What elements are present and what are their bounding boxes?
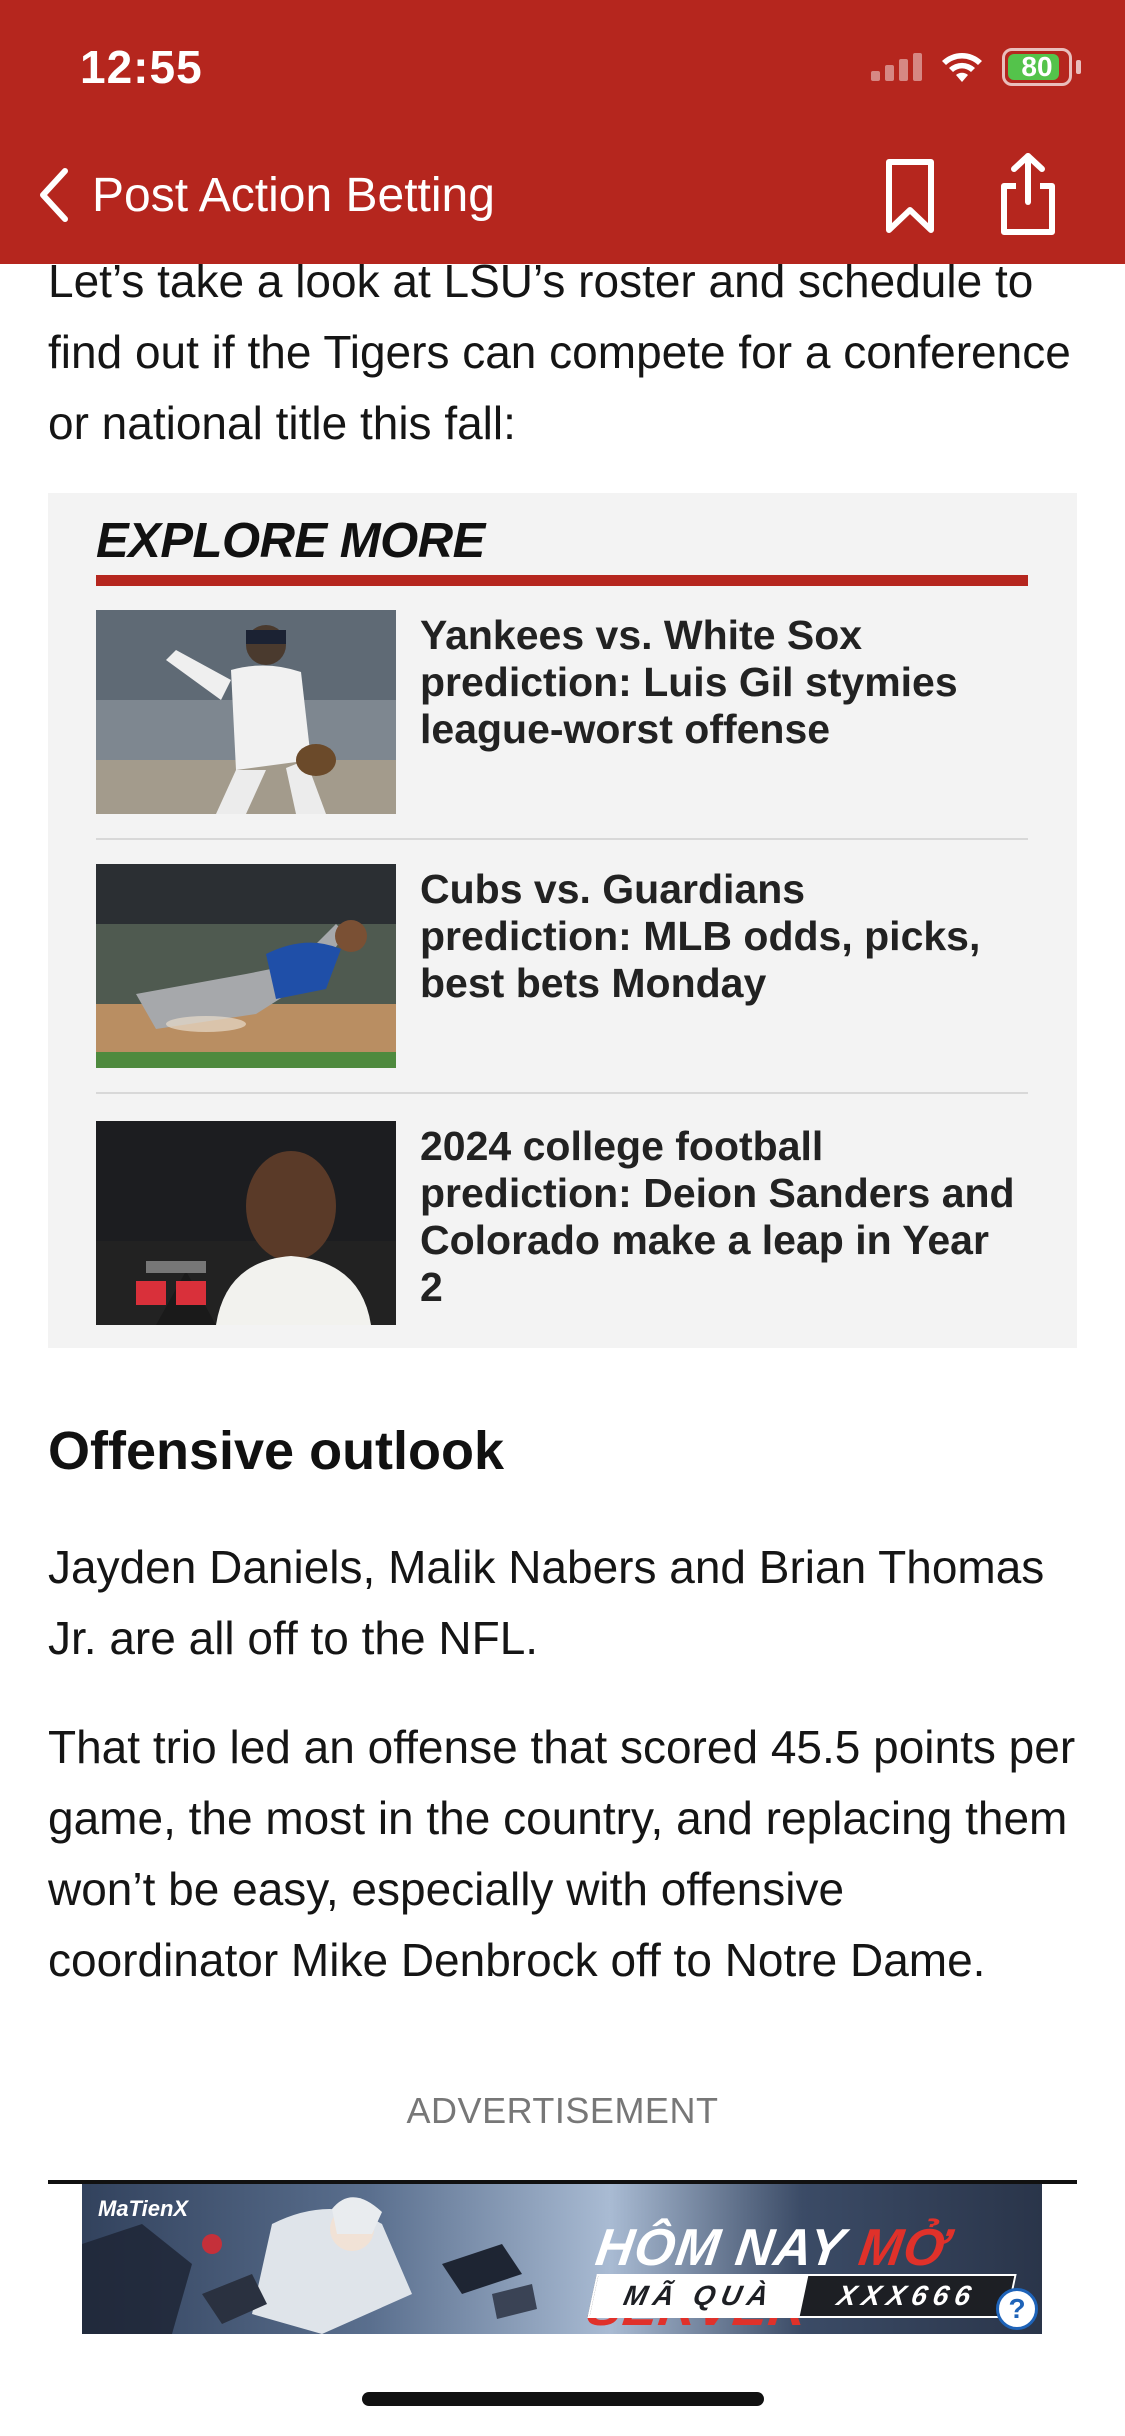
article-intro-paragraph: Let’s take a look at LSU’s roster and sc… (48, 255, 1071, 449)
ad-code-value: XXX666 (834, 2280, 980, 2311)
top-app-bar: 12:55 80 Post Action Betting (0, 0, 1125, 264)
chevron-left-icon (40, 168, 68, 222)
explore-thumbnail-image[interactable] (96, 1121, 396, 1325)
bookmark-button[interactable] (880, 158, 940, 234)
explore-more-title: EXPLORE MORE (96, 514, 485, 568)
cellular-signal-icon (871, 53, 922, 81)
explore-thumbnail-image[interactable] (96, 864, 396, 1068)
article-paragraph: Jayden Daniels, Malik Nabers and Brian T… (48, 1541, 1045, 1664)
back-button[interactable] (24, 160, 84, 230)
explore-divider (96, 838, 1028, 840)
status-icons: 80 (871, 48, 1081, 86)
explore-more-module: EXPLORE MORE Yankees vs. White Sox predi… (48, 493, 1077, 1348)
ad-info-icon[interactable]: ? (996, 2288, 1038, 2330)
battery-cap (1076, 60, 1081, 74)
explore-divider (96, 1092, 1028, 1094)
share-icon (1001, 153, 1055, 235)
advertisement-label: ADVERTISEMENT (406, 2090, 719, 2131)
ad-logo: MaTienX (98, 2196, 189, 2221)
article-paragraph: That trio led an offense that scored 45.… (48, 1721, 1076, 1986)
wifi-icon (940, 50, 984, 84)
ad-code-label: MÃ QUÀ (589, 2276, 809, 2316)
battery-percent: 80 (1021, 51, 1053, 82)
explore-item[interactable]: Cubs vs. Guardians prediction: MLB odds,… (96, 864, 1028, 1068)
nav-title[interactable]: Post Action Betting (92, 168, 495, 223)
battery-icon: 80 (1002, 48, 1072, 86)
bookmark-icon (886, 159, 934, 233)
share-button[interactable] (996, 152, 1060, 236)
status-time: 12:55 (80, 41, 203, 93)
ad-gift-code: MÃ QUÀ XXX666 (587, 2274, 1017, 2318)
section-heading: Offensive outlook (48, 1421, 505, 1481)
advertisement-banner[interactable]: MaTienX HÔM NAY MỞ SERVER MÃ QUÀ XXX666 … (82, 2184, 1042, 2334)
explore-item[interactable]: Yankees vs. White Sox prediction: Luis G… (96, 610, 1028, 814)
explore-headline[interactable]: Cubs vs. Guardians prediction: MLB odds,… (420, 866, 1020, 1007)
explore-headline[interactable]: 2024 college football prediction: Deion … (420, 1123, 1020, 1311)
explore-more-rule (96, 575, 1028, 586)
explore-headline[interactable]: Yankees vs. White Sox prediction: Luis G… (420, 612, 1020, 753)
home-indicator[interactable] (362, 2392, 764, 2406)
explore-thumbnail-image[interactable] (96, 610, 396, 814)
explore-item[interactable]: 2024 college football prediction: Deion … (96, 1121, 1028, 1325)
ad-headline-part1: HÔM NAY (592, 2219, 864, 2277)
